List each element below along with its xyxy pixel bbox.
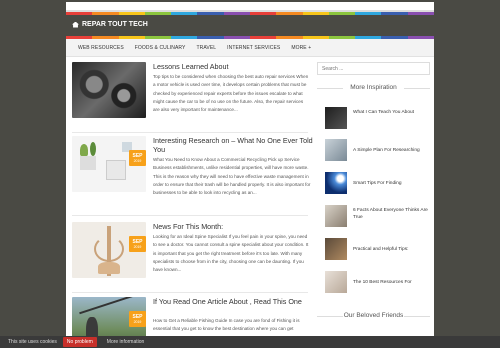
main-nav: WEB RESOURCES FOODS & CULINARY TRAVEL IN… xyxy=(66,39,434,57)
date-badge: SEP 2019 xyxy=(129,236,146,252)
cookie-more-link[interactable]: More information xyxy=(107,339,145,345)
search-input[interactable] xyxy=(317,62,430,75)
sidebar-item-label: Smart Tips For Finding xyxy=(353,181,402,186)
interior-photo-icon xyxy=(325,238,347,260)
post-title[interactable]: Interesting Research on – What No One Ev… xyxy=(153,136,313,154)
widget-title-inspiration: More Inspiration xyxy=(317,84,430,91)
post-excerpt: Top tips to be considered when choosing … xyxy=(153,74,309,113)
date-badge: SEP 2019 xyxy=(129,150,146,166)
stripe-segment xyxy=(171,12,198,15)
light-photo-icon xyxy=(325,172,347,194)
post-card: SEP 2019 Interesting Research on – What N… xyxy=(72,136,313,216)
dark-photo-icon xyxy=(325,107,347,129)
post-excerpt: How to Get a Reliable Fishing Guide In c… xyxy=(153,318,300,332)
nav-item-travel[interactable]: TRAVEL xyxy=(196,45,216,51)
stripe-segment xyxy=(407,12,434,15)
sidebar-item[interactable]: The 10 Best Resources For xyxy=(325,271,430,295)
cookie-message: This site uses cookies xyxy=(8,339,57,345)
post-title[interactable]: Lessons Learned About xyxy=(153,62,313,71)
nav-item-foods-culinary[interactable]: FOODS & CULINARY xyxy=(135,45,186,51)
post-title[interactable]: News For This Month: xyxy=(153,222,313,231)
sidebar-item[interactable]: 6 Facts About Everyone Thinks Are True xyxy=(325,205,430,229)
sidebar-item-label: A Simple Plan For Researching xyxy=(353,148,420,153)
doc-photo-icon xyxy=(325,139,347,161)
divider xyxy=(72,215,308,216)
home-icon xyxy=(72,21,79,28)
stripe-segment xyxy=(381,12,408,15)
stripe-segment xyxy=(328,12,356,15)
cookie-bar: This site uses cookies No problem More i… xyxy=(0,336,500,348)
sidebar-item-label: The 10 Best Resources For xyxy=(353,280,412,285)
car-engine-icon[interactable] xyxy=(72,62,146,118)
stripe-segment xyxy=(118,12,145,15)
divider xyxy=(72,292,308,293)
stripe-segment xyxy=(249,12,277,15)
site-title[interactable]: REPAR TOUT TECH xyxy=(72,21,148,28)
nav-item-more[interactable]: MORE + xyxy=(291,45,311,51)
nav-item-internet-services[interactable]: INTERNET SERVICES xyxy=(227,45,280,51)
sidebar-item[interactable]: A Simple Plan For Researching xyxy=(325,139,430,163)
stripe-segment xyxy=(302,12,329,15)
top-bar xyxy=(66,2,434,12)
post-excerpt: Looking for an Ideal Spine Specialist If… xyxy=(153,234,309,273)
post-title[interactable]: If You Read One Article About , Read Thi… xyxy=(153,297,310,306)
page-content: WEB RESOURCES FOODS & CULINARY TRAVEL IN… xyxy=(66,36,434,348)
sidebar-item-label: Practical and Helpful Tips: xyxy=(353,247,409,252)
nav-item-web-resources[interactable]: WEB RESOURCES xyxy=(78,45,124,51)
stripe-segment xyxy=(92,12,119,15)
person-photo-icon xyxy=(325,271,347,293)
stripe-segment xyxy=(223,12,250,15)
stripe-segment xyxy=(144,12,172,15)
post-excerpt: What You Need to Know About a Commercial… xyxy=(153,157,311,196)
sidebar-item[interactable]: What I Can Teach You About xyxy=(325,107,430,131)
stripe-segment xyxy=(355,12,382,15)
color-stripe xyxy=(66,12,434,15)
stripe-segment xyxy=(276,12,303,15)
sidebar-item[interactable]: Smart Tips For Finding xyxy=(325,172,430,196)
site-title-text: REPAR TOUT TECH xyxy=(82,21,148,28)
sidebar-item[interactable]: Practical and Helpful Tips: xyxy=(325,238,430,262)
stripe-segment xyxy=(197,12,224,15)
room-photo-icon xyxy=(325,205,347,227)
divider xyxy=(72,132,308,133)
date-badge: SEP 2019 xyxy=(129,311,146,327)
stripe-segment xyxy=(66,12,93,15)
widget-title-friends: Our Beloved Friends xyxy=(317,312,430,319)
site-header: REPAR TOUT TECH xyxy=(66,16,434,36)
sidebar-item-label: What I Can Teach You About xyxy=(353,110,414,115)
post-card: Lessons Learned About Top tips to be con… xyxy=(72,62,310,132)
sidebar-item-label: 6 Facts About Everyone Thinks Are True xyxy=(353,208,428,220)
cookie-decline-button[interactable]: No problem xyxy=(62,337,97,347)
post-card: SEP 2019 News For This Month: Looking for… xyxy=(72,222,310,292)
